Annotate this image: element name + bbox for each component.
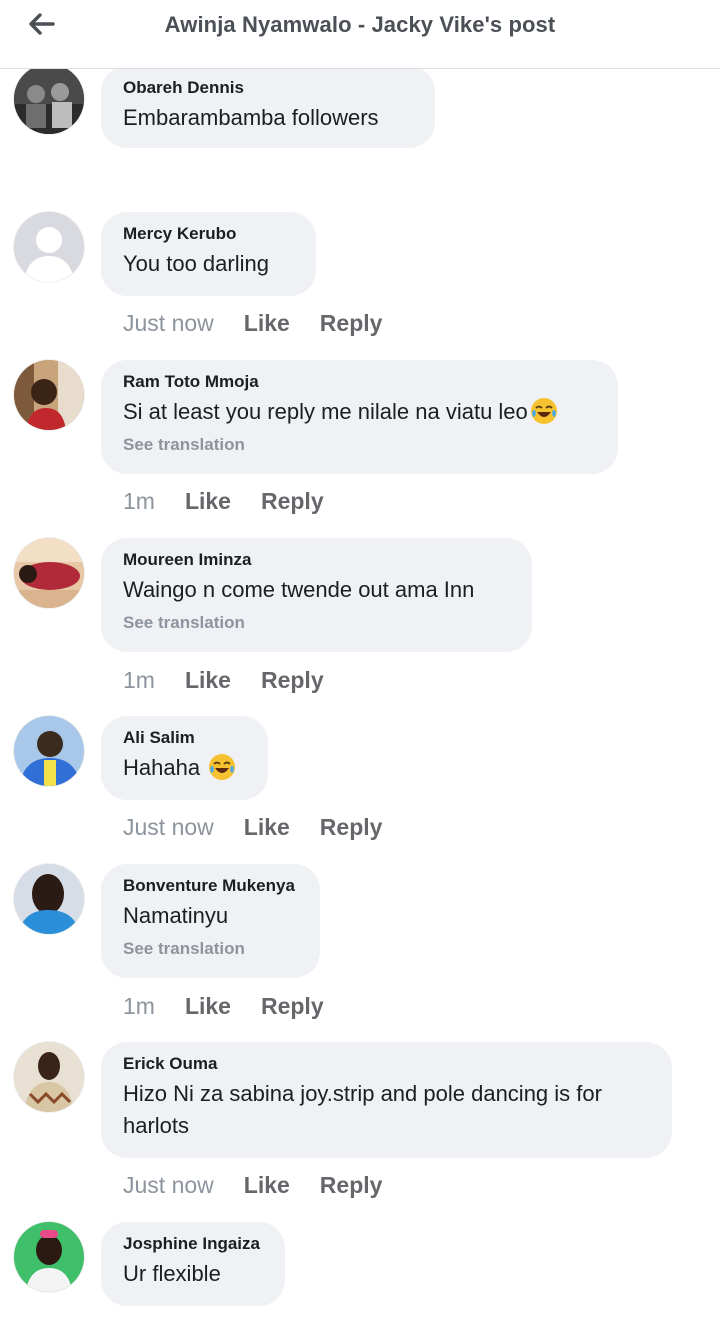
- page-title: Awinja Nyamwalo - Jacky Vike's post: [164, 12, 556, 37]
- comment-bubble[interactable]: Mercy Kerubo You too darling: [101, 212, 316, 296]
- avatar[interactable]: [14, 212, 84, 282]
- comment-text: Hizo Ni za sabina joy.strip and pole dan…: [123, 1078, 650, 1142]
- avatar[interactable]: [14, 1222, 84, 1292]
- like-button[interactable]: Like: [244, 1169, 290, 1201]
- face-with-tears-of-joy-icon: [209, 754, 236, 780]
- see-translation-link[interactable]: See translation: [123, 434, 596, 456]
- see-translation-link[interactable]: See translation: [123, 612, 510, 634]
- reply-button[interactable]: Reply: [261, 485, 324, 517]
- avatar[interactable]: [14, 360, 84, 430]
- comment-author[interactable]: Moureen Iminza: [123, 550, 510, 570]
- comment-author[interactable]: Erick Ouma: [123, 1054, 650, 1074]
- comment-text-body: Hahaha: [123, 755, 201, 780]
- comment-bubble[interactable]: Josphine Ingaiza Ur flexible: [101, 1222, 285, 1306]
- comment-text: Si at least you reply me nilale na viatu…: [123, 396, 596, 428]
- like-button[interactable]: Like: [185, 485, 231, 517]
- avatar[interactable]: [14, 716, 84, 786]
- comment-actions: Just now Like Reply: [123, 811, 412, 843]
- avatar-photo: [14, 64, 84, 134]
- comment-actions: 1m Like Reply: [123, 664, 354, 696]
- comment-text: Ur flexible: [123, 1261, 221, 1286]
- comment-bubble[interactable]: Obareh Dennis Embarambamba followers: [101, 66, 435, 148]
- comment-timestamp: Just now: [123, 1172, 214, 1198]
- see-translation-link[interactable]: See translation: [123, 938, 298, 960]
- comment-text: Embarambamba followers: [123, 105, 379, 130]
- like-button[interactable]: Like: [185, 664, 231, 696]
- comment-timestamp: 1m: [123, 667, 155, 693]
- avatar[interactable]: [14, 64, 84, 134]
- comment-actions: 1m Like Reply: [123, 990, 354, 1022]
- avatar[interactable]: [14, 1042, 84, 1112]
- comment-text: Hahaha: [123, 752, 246, 784]
- comment-author[interactable]: Josphine Ingaiza: [123, 1234, 263, 1254]
- reply-button[interactable]: Reply: [320, 307, 383, 339]
- comment-text-line: harlots: [123, 1113, 190, 1138]
- comment-timestamp: Just now: [123, 310, 214, 336]
- comment-text-body: Si at least you reply me nilale na viatu…: [123, 399, 528, 424]
- avatar[interactable]: [14, 864, 84, 934]
- avatar[interactable]: [14, 538, 84, 608]
- comment-text: Namatinyu: [123, 903, 229, 928]
- comment-actions: 1m Like Reply: [123, 485, 354, 517]
- avatar-photo: [14, 716, 84, 786]
- comment-author[interactable]: Ali Salim: [123, 728, 246, 748]
- like-button[interactable]: Like: [244, 811, 290, 843]
- comment-text-line: Hizo Ni za sabina joy.strip and pole dan…: [123, 1081, 602, 1106]
- comment-bubble[interactable]: Moureen Iminza Waingo n come twende out …: [101, 538, 532, 652]
- top-bar: Awinja Nyamwalo - Jacky Vike's post: [0, 0, 720, 69]
- reply-button[interactable]: Reply: [261, 990, 324, 1022]
- comment-bubble[interactable]: Ram Toto Mmoja Si at least you reply me …: [101, 360, 618, 474]
- comment-bubble[interactable]: Erick Ouma Hizo Ni za sabina joy.strip a…: [101, 1042, 672, 1158]
- like-button[interactable]: Like: [244, 307, 290, 339]
- reply-button[interactable]: Reply: [320, 811, 383, 843]
- avatar-photo: [14, 1222, 84, 1292]
- avatar-photo: [14, 538, 84, 608]
- default-avatar-icon: [14, 212, 84, 282]
- comments-screen: Awinja Nyamwalo - Jacky Vike's post Obar…: [0, 0, 720, 1326]
- reply-button[interactable]: Reply: [320, 1169, 383, 1201]
- comment-author[interactable]: Bonventure Mukenya: [123, 876, 298, 896]
- comment-text: Waingo n come twende out ama Inn: [123, 577, 475, 602]
- comment-author[interactable]: Obareh Dennis: [123, 78, 413, 98]
- comment-text: You too darling: [123, 251, 269, 276]
- avatar-photo: [14, 1042, 84, 1112]
- comment-timestamp: 1m: [123, 488, 155, 514]
- comment-bubble[interactable]: Ali Salim Hahaha: [101, 716, 268, 800]
- comment-actions: Just now Like Reply: [123, 1169, 412, 1201]
- like-button[interactable]: Like: [185, 990, 231, 1022]
- face-with-tears-of-joy-icon: [530, 398, 557, 424]
- comment-timestamp: 1m: [123, 993, 155, 1019]
- comment-actions: Just now Like Reply: [123, 307, 412, 339]
- comment-timestamp: Just now: [123, 814, 214, 840]
- comment-author[interactable]: Mercy Kerubo: [123, 224, 294, 244]
- comment-bubble[interactable]: Bonventure Mukenya Namatinyu See transla…: [101, 864, 320, 978]
- avatar-photo: [14, 864, 84, 934]
- reply-button[interactable]: Reply: [261, 664, 324, 696]
- avatar-photo: [14, 360, 84, 430]
- comment-author[interactable]: Ram Toto Mmoja: [123, 372, 596, 392]
